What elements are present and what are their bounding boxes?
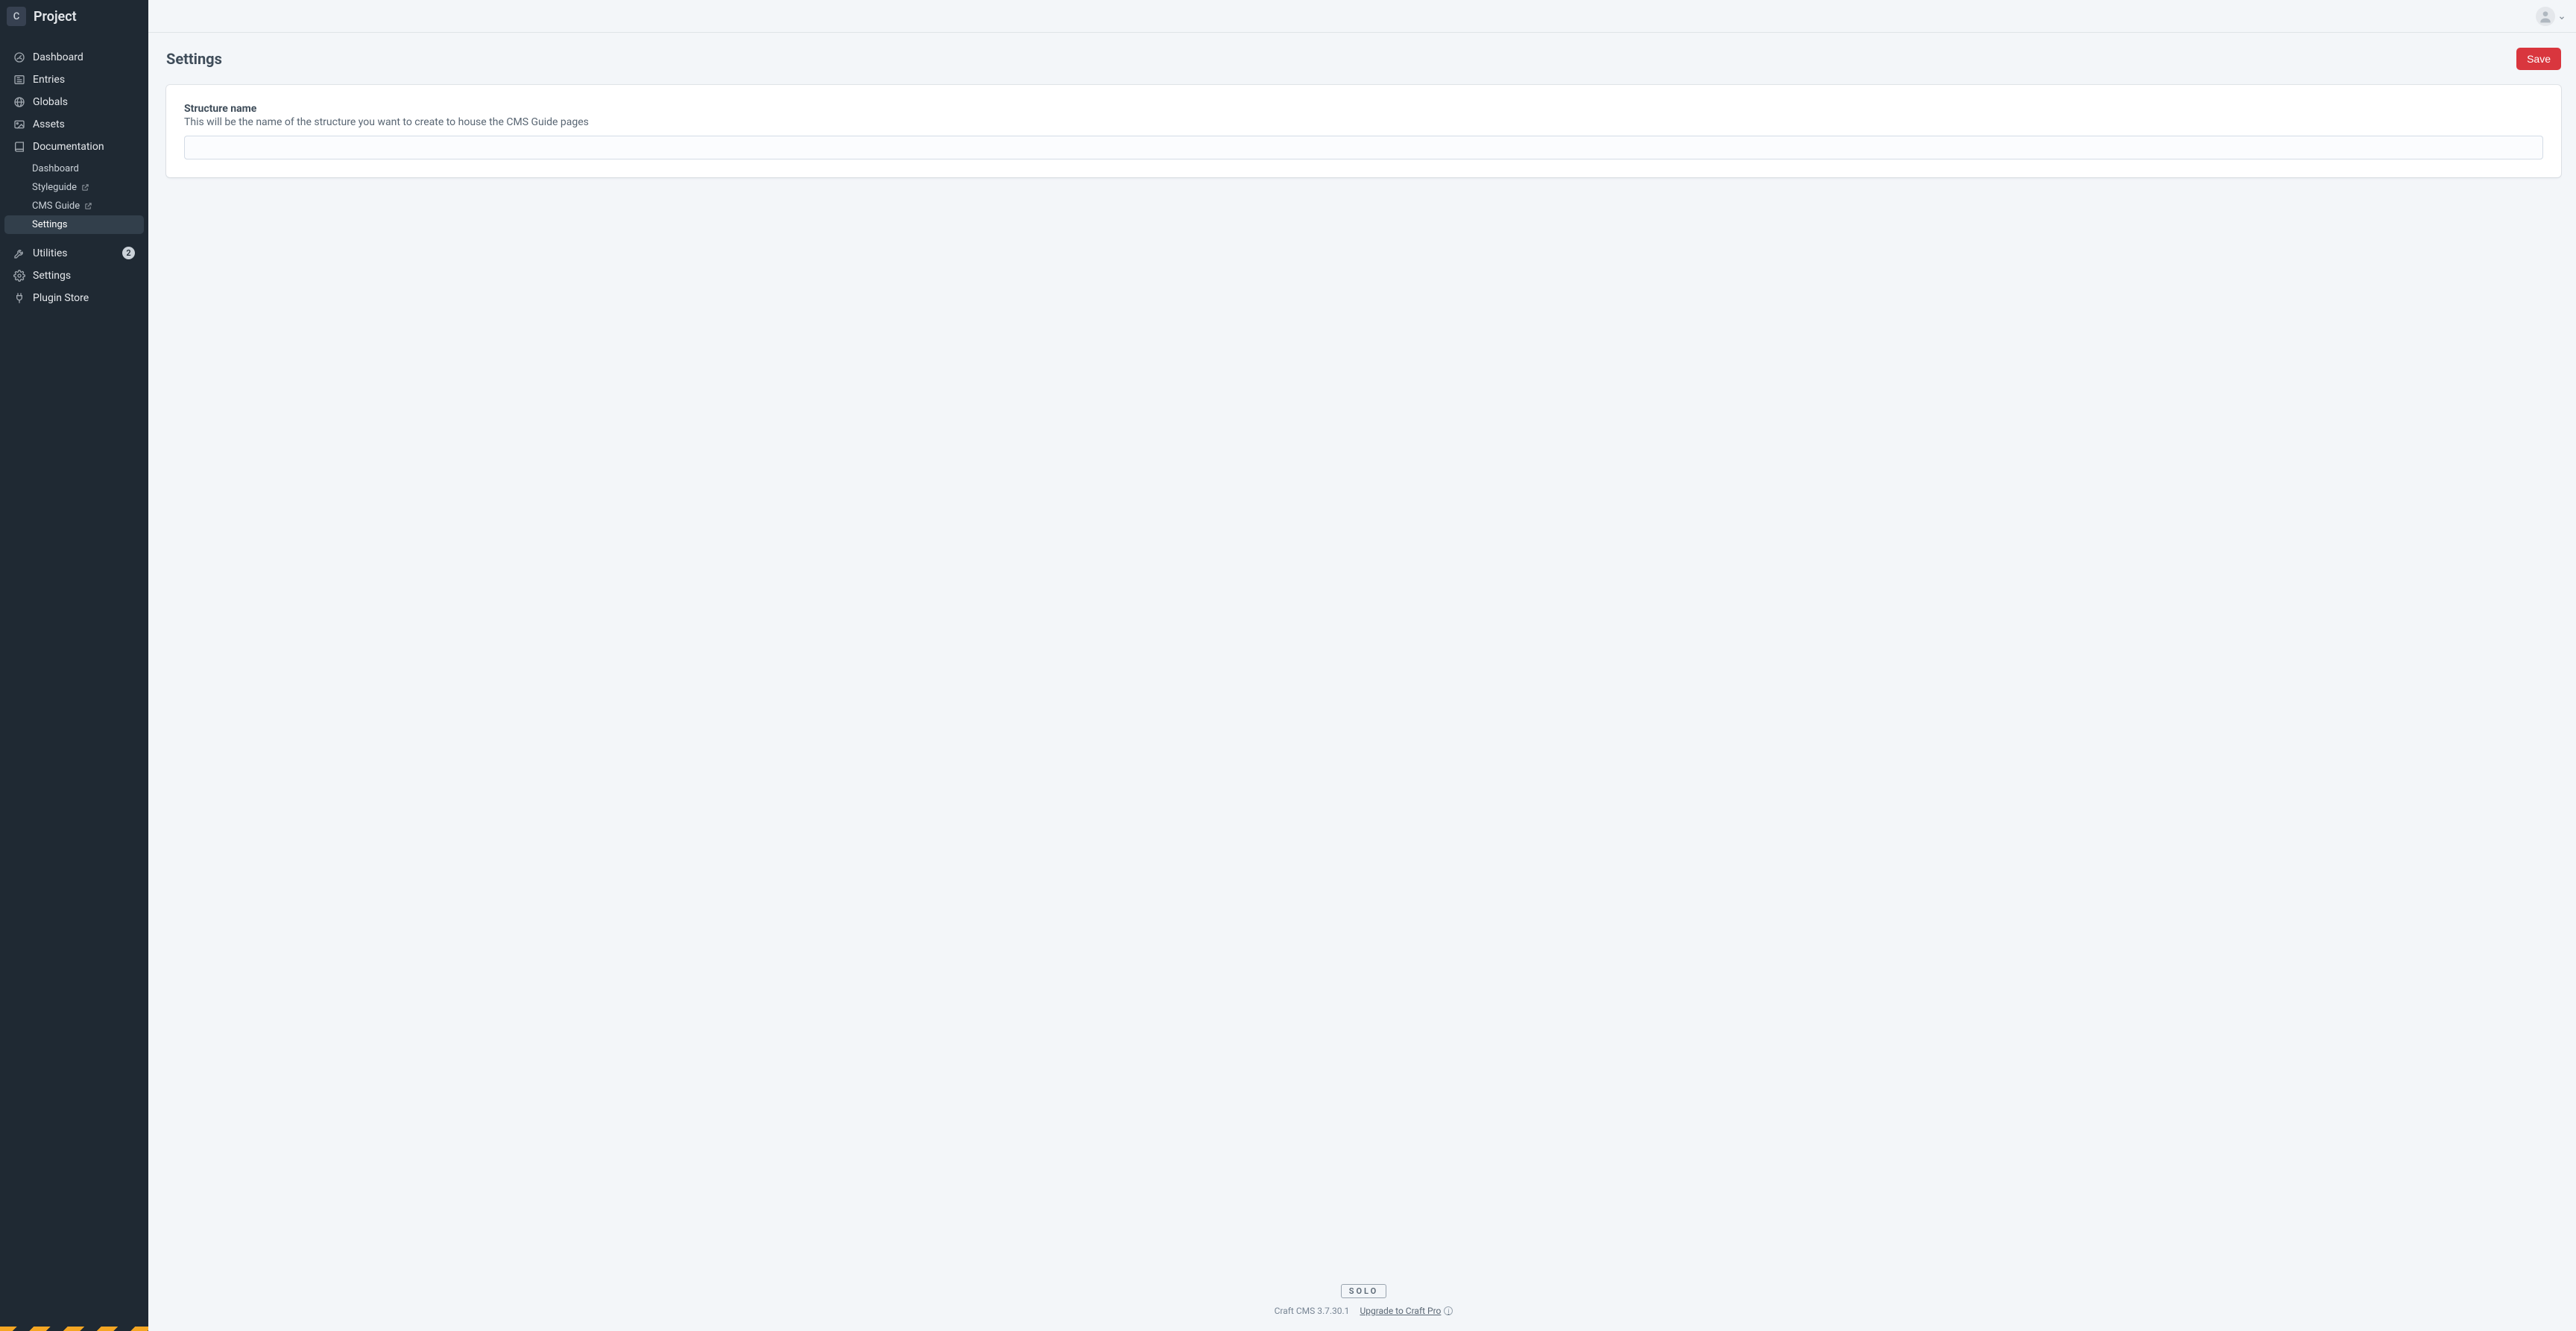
subnav-item-settings[interactable]: Settings <box>4 215 144 234</box>
book-icon <box>13 141 25 153</box>
nav-label: Documentation <box>33 141 135 153</box>
version-text: Craft CMS 3.7.30.1 <box>1275 1306 1350 1316</box>
upgrade-link-label: Upgrade to Craft Pro <box>1360 1306 1441 1316</box>
external-link-icon <box>81 183 89 192</box>
upgrade-link[interactable]: Upgrade to Craft Pro i <box>1360 1306 1453 1316</box>
page-header: Settings Save <box>166 48 2561 70</box>
nav-label: Settings <box>33 270 135 282</box>
subnav-item-cms-guide[interactable]: CMS Guide <box>4 197 144 215</box>
subnav-item-styleguide[interactable]: Styleguide <box>4 178 144 197</box>
nav-label: Utilities <box>33 247 115 259</box>
external-link-icon <box>84 202 92 210</box>
subnav-label: Settings <box>32 219 67 230</box>
sidebar-item-utilities[interactable]: Utilities 2 <box>4 241 144 265</box>
sidebar-item-dashboard[interactable]: Dashboard <box>4 46 144 69</box>
page-title: Settings <box>166 50 222 68</box>
gauge-icon <box>13 51 25 63</box>
sidebar-item-documentation[interactable]: Documentation <box>4 136 144 158</box>
field-heading: Structure name <box>184 103 2543 115</box>
sidebar-item-assets[interactable]: Assets <box>4 113 144 136</box>
newspaper-icon <box>13 74 25 86</box>
user-menu[interactable] <box>2536 7 2566 26</box>
image-icon <box>13 118 25 130</box>
avatar <box>2536 7 2555 26</box>
site-icon: C <box>7 7 26 26</box>
field-instructions: This will be the name of the structure y… <box>184 116 2543 128</box>
footer: SOLO Craft CMS 3.7.30.1 Upgrade to Craft… <box>166 1254 2561 1316</box>
nav-label: Plugin Store <box>33 292 135 304</box>
wrench-icon <box>13 247 25 259</box>
sidebar-item-plugin-store[interactable]: Plugin Store <box>4 287 144 309</box>
chevron-down-icon <box>2558 13 2566 20</box>
edition-badge[interactable]: SOLO <box>1341 1284 1386 1298</box>
settings-pane: Structure name This will be the name of … <box>166 85 2561 177</box>
nav-label: Assets <box>33 118 135 130</box>
nav-label: Entries <box>33 74 135 86</box>
main: Settings Save Structure name This will b… <box>148 0 2576 1331</box>
utilities-badge: 2 <box>122 247 135 259</box>
dev-mode-stripe <box>0 1327 148 1331</box>
sidebar-item-globals[interactable]: Globals <box>4 91 144 113</box>
topbar <box>148 0 2576 33</box>
save-button[interactable]: Save <box>2516 48 2561 70</box>
subnav-label: Styleguide <box>32 182 77 193</box>
sidebar-item-settings[interactable]: Settings <box>4 265 144 287</box>
info-icon: i <box>1444 1306 1453 1315</box>
nav-label: Globals <box>33 96 135 108</box>
subnav-item-dashboard[interactable]: Dashboard <box>4 159 144 178</box>
sidebar-header[interactable]: C Project <box>0 0 148 33</box>
field-structure-name: Structure name This will be the name of … <box>184 103 2543 159</box>
sidebar-item-entries[interactable]: Entries <box>4 69 144 91</box>
plug-icon <box>13 292 25 304</box>
nav-label: Dashboard <box>33 51 135 63</box>
gear-icon <box>13 270 25 282</box>
sidebar: C Project Dashboard Entries Globals <box>0 0 148 1331</box>
subnav-label: CMS Guide <box>32 200 80 212</box>
content: Settings Save Structure name This will b… <box>148 33 2576 1331</box>
globe-icon <box>13 96 25 108</box>
site-name: Project <box>34 9 77 25</box>
structure-name-input[interactable] <box>184 136 2543 159</box>
subnav-label: Dashboard <box>32 163 79 174</box>
